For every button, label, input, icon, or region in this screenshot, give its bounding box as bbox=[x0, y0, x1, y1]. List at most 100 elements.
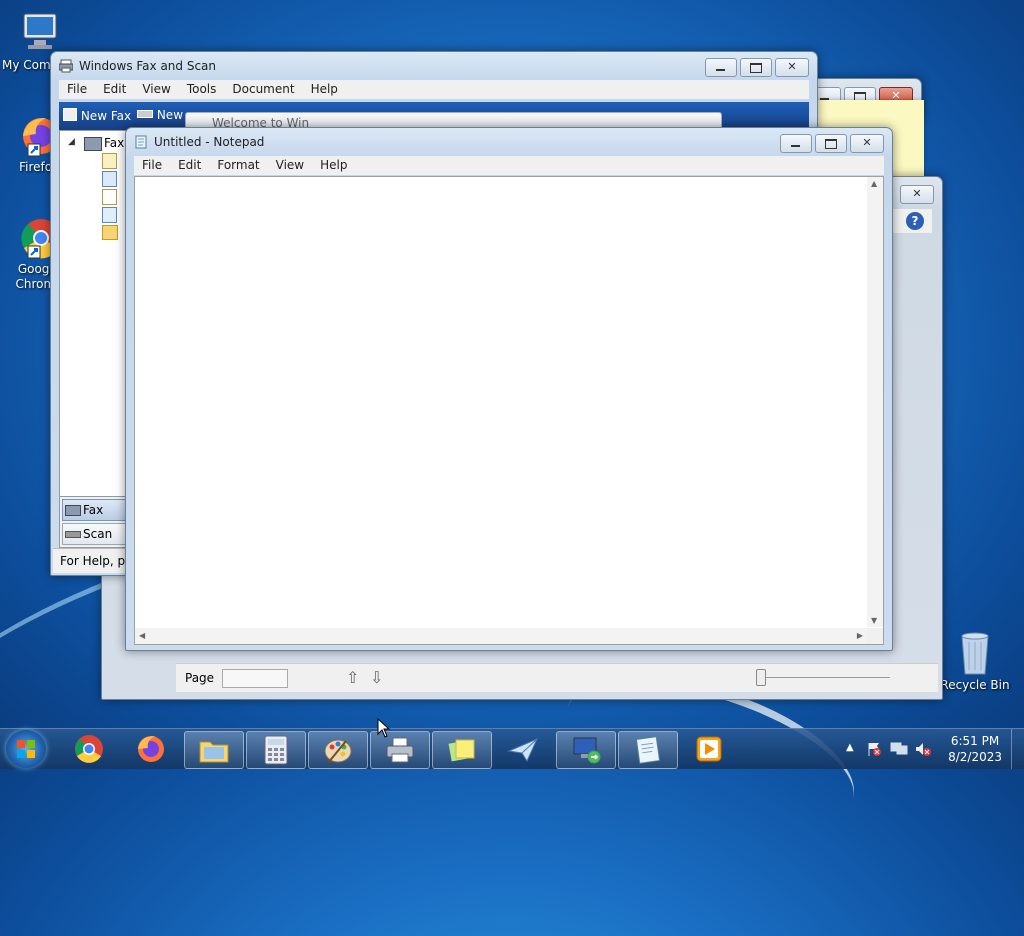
calculator-icon bbox=[264, 735, 288, 765]
menu-edit[interactable]: Edit bbox=[95, 80, 134, 99]
outbox-folder-icon[interactable] bbox=[102, 189, 117, 205]
menu-file[interactable]: File bbox=[59, 80, 95, 99]
paint-palette-icon bbox=[324, 739, 352, 764]
tree-root-fax[interactable]: Fax bbox=[104, 136, 124, 150]
text-area[interactable]: ▲ ▼ ◀ ▶ bbox=[134, 176, 884, 645]
nav-fax-label: Fax bbox=[83, 503, 104, 517]
drafts-folder-icon[interactable] bbox=[102, 171, 117, 187]
scanner-icon bbox=[65, 531, 81, 538]
menu-bar: File Edit Format View Help bbox=[134, 156, 884, 175]
computer-icon bbox=[16, 10, 62, 56]
taskbar-remote-desktop[interactable] bbox=[556, 731, 616, 769]
nav-fax-button[interactable]: Fax bbox=[62, 499, 128, 521]
page-label: Page bbox=[185, 671, 215, 685]
clock-date: 8/2/2023 bbox=[948, 750, 1002, 764]
new-fax-label: New Fax bbox=[80, 109, 132, 123]
chrome-icon bbox=[75, 735, 103, 763]
scroll-down-icon[interactable]: ▼ bbox=[871, 616, 877, 625]
windows-logo-icon bbox=[17, 740, 35, 758]
taskbar-send[interactable] bbox=[494, 731, 552, 767]
menu-view[interactable]: View bbox=[268, 156, 312, 175]
notepad-icon bbox=[134, 135, 148, 149]
size-grip[interactable] bbox=[867, 628, 883, 644]
remote-desktop-icon bbox=[573, 737, 601, 764]
page-up-arrow-icon[interactable]: ⇧ bbox=[346, 668, 362, 687]
taskbar-chrome[interactable] bbox=[60, 731, 118, 767]
maximize-button[interactable] bbox=[740, 58, 772, 77]
fax-printer-icon bbox=[84, 137, 102, 151]
taskbar-sticky-notes[interactable] bbox=[432, 731, 492, 769]
taskbar: ▲ 6:51 PM 8/2/2023 bbox=[0, 728, 1024, 769]
menu-edit[interactable]: Edit bbox=[170, 156, 209, 175]
show-hidden-icons-icon[interactable]: ▲ bbox=[846, 742, 854, 753]
close-button[interactable] bbox=[775, 58, 809, 77]
close-button[interactable] bbox=[850, 134, 884, 153]
media-player-icon bbox=[696, 736, 722, 762]
window-title: Untitled - Notepad bbox=[154, 135, 265, 149]
window-title: Windows Fax and Scan bbox=[79, 59, 217, 73]
folder-tree: ◢ Fax bbox=[59, 130, 127, 549]
fax-printer-icon bbox=[58, 59, 74, 73]
scroll-left-icon[interactable]: ◀ bbox=[139, 631, 145, 640]
desktop-icon-recycle-bin[interactable]: Recycle Bin bbox=[938, 630, 1012, 693]
menu-help[interactable]: Help bbox=[303, 80, 346, 99]
new-scan-button[interactable]: New bbox=[137, 108, 183, 122]
help-icon[interactable]: ? bbox=[906, 212, 924, 230]
fax-printer-icon bbox=[386, 737, 414, 763]
show-desktop-button[interactable] bbox=[1011, 729, 1024, 769]
title-bar[interactable]: Untitled - Notepad bbox=[126, 128, 892, 156]
menu-document[interactable]: Document bbox=[224, 80, 302, 99]
taskbar-notepad[interactable] bbox=[618, 731, 678, 769]
network-icon[interactable] bbox=[890, 741, 908, 757]
inbox-folder-icon[interactable] bbox=[102, 153, 117, 169]
nav-scan-label: Scan bbox=[83, 527, 113, 541]
viewer-statusbar: Page ⇧ ⇩ bbox=[176, 663, 938, 692]
scroll-up-icon[interactable]: ▲ bbox=[871, 179, 877, 188]
firefox-icon bbox=[138, 736, 164, 762]
minimize-button[interactable] bbox=[705, 58, 737, 77]
zoom-slider-thumb[interactable] bbox=[756, 669, 766, 686]
taskbar-explorer[interactable] bbox=[184, 731, 244, 769]
nav-pane: Fax Scan bbox=[59, 496, 128, 548]
taskbar-calculator[interactable] bbox=[246, 731, 306, 769]
vertical-scrollbar[interactable]: ▲ ▼ bbox=[867, 177, 883, 627]
start-button[interactable] bbox=[6, 730, 46, 768]
sent-folder-icon[interactable] bbox=[102, 207, 117, 223]
horizontal-scrollbar[interactable]: ◀ ▶ bbox=[135, 628, 867, 644]
new-fax-button[interactable]: New Fax bbox=[63, 108, 131, 123]
clock-time: 6:51 PM bbox=[950, 734, 1000, 748]
new-scan-label: New bbox=[156, 108, 184, 122]
folder-icon bbox=[199, 741, 229, 763]
menu-file[interactable]: File bbox=[134, 156, 170, 175]
tree-expand-icon[interactable]: ◢ bbox=[68, 137, 75, 147]
nav-scan-button[interactable]: Scan bbox=[62, 523, 128, 545]
taskbar-paint[interactable] bbox=[308, 731, 368, 769]
minimize-button[interactable] bbox=[780, 134, 812, 153]
volume-muted-icon[interactable] bbox=[914, 741, 932, 757]
taskbar-media-player[interactable] bbox=[680, 731, 738, 767]
scanner-icon bbox=[137, 110, 153, 118]
taskbar-firefox[interactable] bbox=[122, 731, 180, 767]
viewer-toolbar: ? bbox=[891, 209, 932, 233]
title-bar[interactable]: Windows Fax and Scan bbox=[51, 52, 817, 80]
menu-format[interactable]: Format bbox=[209, 156, 267, 175]
menu-help[interactable]: Help bbox=[312, 156, 355, 175]
scroll-right-icon[interactable]: ▶ bbox=[857, 631, 863, 640]
menu-bar: File Edit View Tools Document Help bbox=[59, 80, 809, 99]
sticky-notes-icon bbox=[448, 739, 475, 762]
folder-icon[interactable] bbox=[102, 225, 118, 240]
menu-view[interactable]: View bbox=[134, 80, 178, 99]
page-number-field[interactable] bbox=[222, 669, 288, 688]
page-down-arrow-icon[interactable]: ⇩ bbox=[370, 668, 386, 687]
action-center-flag-icon[interactable] bbox=[866, 741, 882, 757]
close-button[interactable] bbox=[900, 185, 934, 204]
notepad-icon bbox=[635, 736, 661, 764]
system-clock[interactable]: 6:51 PM 8/2/2023 bbox=[948, 733, 1002, 765]
desktop-icon-label: Recycle Bin bbox=[940, 678, 1010, 692]
notepad-window[interactable]: Untitled - Notepad File Edit Format View… bbox=[125, 127, 893, 651]
new-fax-icon bbox=[63, 108, 77, 121]
maximize-button[interactable] bbox=[815, 134, 847, 153]
zoom-slider-track[interactable] bbox=[760, 677, 890, 678]
menu-tools[interactable]: Tools bbox=[179, 80, 225, 99]
recycle-bin-icon bbox=[952, 630, 998, 676]
